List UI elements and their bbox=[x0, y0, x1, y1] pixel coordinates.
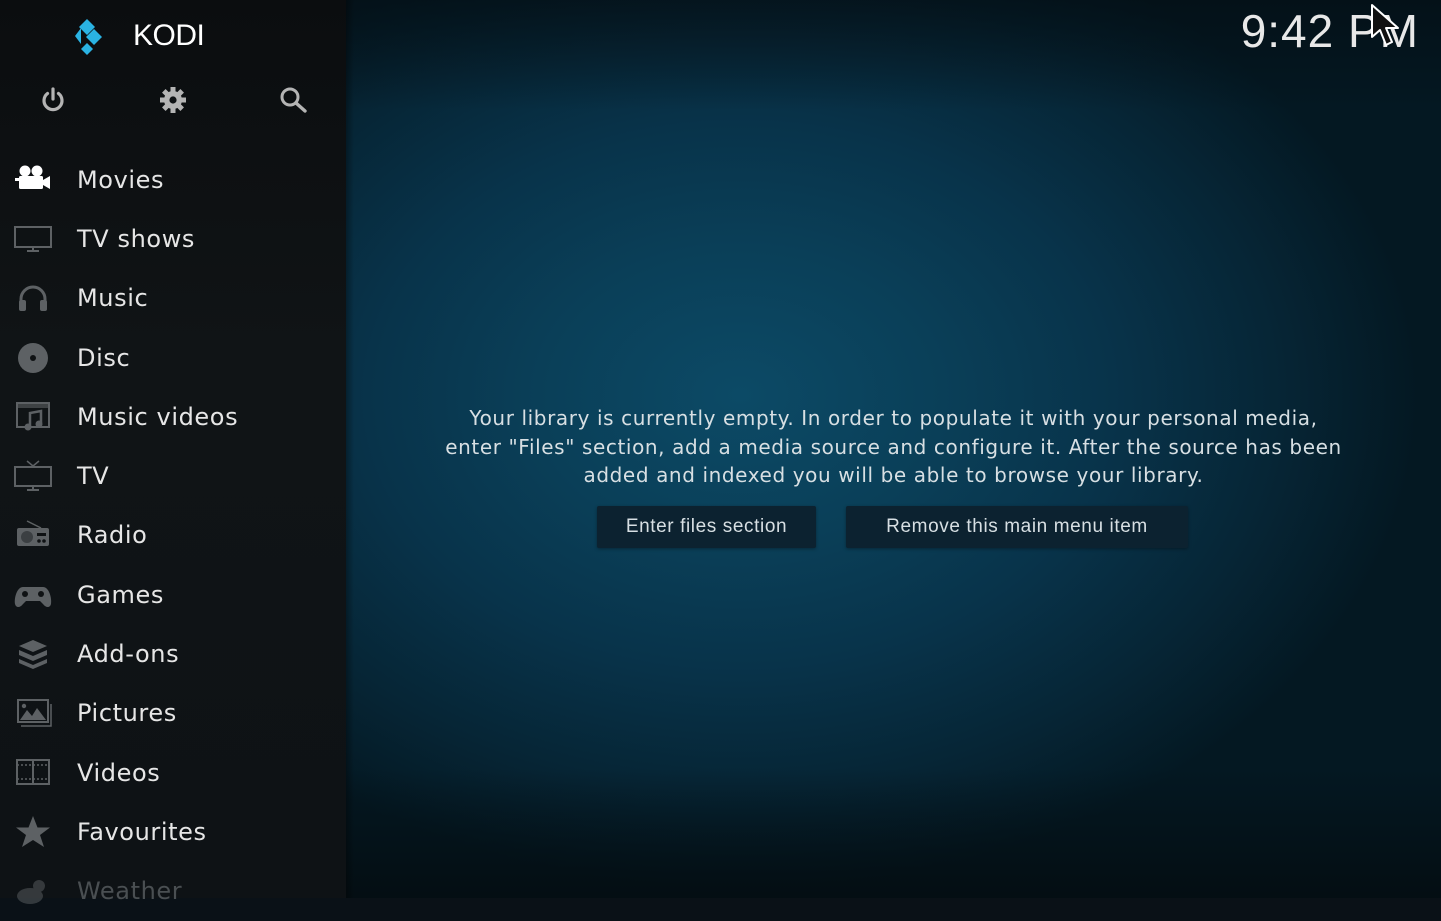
sidebar: KODI Movies TV shows Music Disc Music vi… bbox=[0, 0, 354, 905]
film-strip-icon bbox=[12, 755, 54, 791]
sidebar-item-favourites[interactable]: Favourites bbox=[0, 802, 346, 861]
monitor-icon bbox=[12, 221, 54, 257]
power-button[interactable] bbox=[33, 80, 73, 120]
sidebar-item-label: Pictures bbox=[77, 699, 177, 728]
app-title: KODI bbox=[133, 19, 205, 52]
gear-icon bbox=[160, 87, 186, 113]
search-icon bbox=[280, 87, 307, 113]
sidebar-item-add-ons[interactable]: Add-ons bbox=[0, 624, 346, 683]
pictures-icon bbox=[12, 695, 54, 731]
settings-button[interactable] bbox=[153, 80, 193, 120]
sidebar-item-weather[interactable]: Weather bbox=[0, 862, 346, 921]
tv-icon bbox=[12, 458, 54, 494]
addons-box-icon bbox=[12, 636, 54, 672]
action-buttons: Enter files section Remove this main men… bbox=[0, 506, 1441, 548]
message-line: added and indexed you will be able to br… bbox=[583, 463, 1204, 487]
mouse-pointer-icon bbox=[1371, 4, 1399, 46]
sidebar-item-label: Disc bbox=[77, 343, 131, 372]
sidebar-item-label: Music bbox=[77, 284, 149, 313]
sidebar-item-label: Games bbox=[77, 580, 164, 609]
weather-icon bbox=[12, 873, 54, 909]
sidebar-item-label: Weather bbox=[77, 877, 183, 906]
sidebar-item-label: Movies bbox=[77, 165, 165, 194]
sidebar-item-movies[interactable]: Movies bbox=[0, 150, 346, 209]
sidebar-item-label: TV shows bbox=[77, 224, 196, 253]
power-icon bbox=[42, 87, 64, 112]
sidebar-item-pictures[interactable]: Pictures bbox=[0, 684, 346, 743]
sidebar-item-music-videos[interactable]: Music videos bbox=[0, 387, 346, 446]
kodi-logo: KODI bbox=[66, 16, 205, 56]
headphones-icon bbox=[12, 280, 54, 316]
enter-files-section-button[interactable]: Enter files section bbox=[597, 506, 816, 548]
gamepad-icon bbox=[12, 577, 54, 613]
star-icon bbox=[12, 814, 54, 850]
sidebar-item-label: TV bbox=[77, 462, 110, 491]
sidebar-item-tv-shows[interactable]: TV shows bbox=[0, 209, 346, 268]
sidebar-item-label: Music videos bbox=[77, 402, 239, 431]
movie-camera-icon bbox=[12, 162, 54, 198]
kodi-logo-icon bbox=[75, 19, 102, 55]
music-video-icon bbox=[12, 399, 54, 435]
sidebar-item-videos[interactable]: Videos bbox=[0, 743, 346, 802]
empty-library-message: Your library is currently empty. In orde… bbox=[346, 404, 1441, 490]
sidebar-item-disc[interactable]: Disc bbox=[0, 328, 346, 387]
search-button[interactable] bbox=[273, 80, 313, 120]
sidebar-item-tv[interactable]: TV bbox=[0, 446, 346, 505]
sidebar-item-label: Videos bbox=[77, 758, 161, 787]
sidebar-item-music[interactable]: Music bbox=[0, 269, 346, 328]
message-line: enter "Files" section, add a media sourc… bbox=[445, 434, 1342, 459]
disc-icon bbox=[12, 340, 54, 376]
sidebar-item-games[interactable]: Games bbox=[0, 565, 346, 624]
top-icon-bar bbox=[0, 80, 346, 120]
remove-main-menu-item-button[interactable]: Remove this main menu item bbox=[846, 506, 1188, 548]
sidebar-item-label: Favourites bbox=[77, 817, 207, 846]
sidebar-item-label: Add-ons bbox=[77, 640, 180, 669]
message-line: Your library is currently empty. In orde… bbox=[469, 406, 1318, 430]
